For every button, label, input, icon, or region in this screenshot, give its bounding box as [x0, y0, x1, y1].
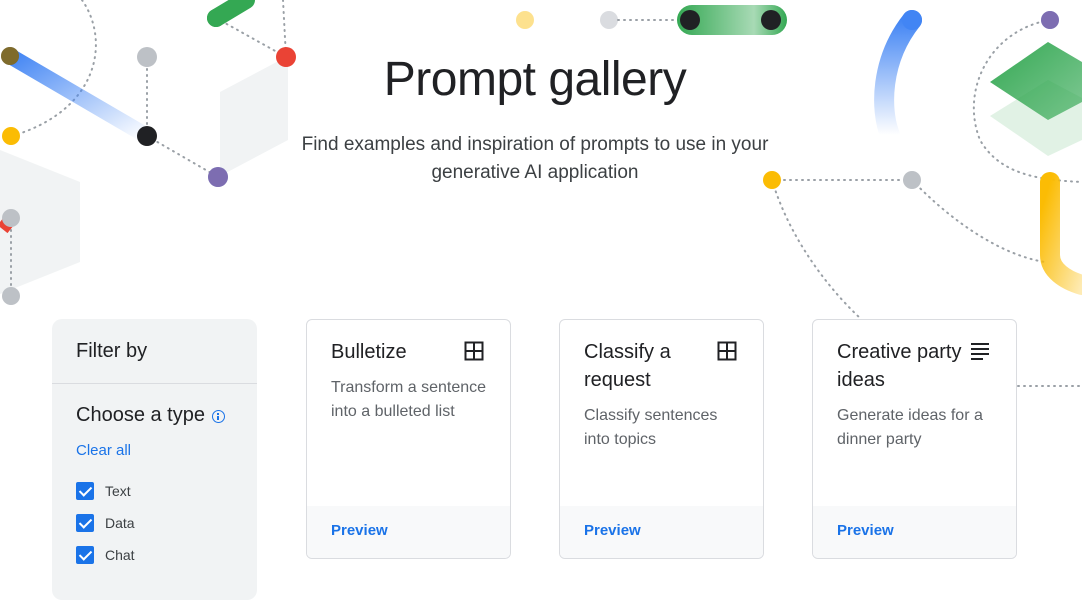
chat-checkbox-label: Chat: [105, 547, 135, 563]
page-title: Prompt gallery: [383, 53, 687, 106]
card-title: Creative party ideas: [837, 341, 962, 391]
filter-heading: Filter by: [52, 319, 257, 384]
card-footer: Preview: [560, 506, 763, 558]
preview-button[interactable]: Preview: [331, 522, 388, 539]
type-option-text[interactable]: Text: [76, 482, 257, 500]
text-lines-icon: [971, 343, 989, 360]
chat-checkbox[interactable]: [76, 546, 94, 564]
card-footer: Preview: [813, 506, 1016, 558]
type-option-data[interactable]: Data: [76, 514, 257, 532]
choose-type-row: Choose a type: [52, 384, 257, 427]
card-title: Classify a request: [584, 341, 671, 391]
card-footer: Preview: [307, 506, 510, 558]
table-grid-icon: [464, 341, 484, 361]
table-grid-icon: [717, 341, 737, 361]
card-description: Classify sentences into topics: [584, 407, 718, 448]
data-checkbox[interactable]: [76, 514, 94, 532]
prompt-card-bulletize[interactable]: Bulletize Transform a sentence into a bu…: [306, 319, 511, 559]
prompt-card-classify-request[interactable]: Classify a request Classify sentences in…: [559, 319, 764, 559]
prompt-gallery-page: Prompt gallery Find examples and inspira…: [0, 0, 1082, 605]
card-description: Transform a sentence into a bulleted lis…: [331, 379, 487, 420]
filter-panel: Filter by Choose a type Clear all Text D…: [52, 319, 257, 600]
preview-button[interactable]: Preview: [584, 522, 641, 539]
type-option-chat[interactable]: Chat: [76, 546, 257, 564]
text-checkbox[interactable]: [76, 482, 94, 500]
card-description: Generate ideas for a dinner party: [837, 407, 983, 448]
data-checkbox-label: Data: [105, 515, 135, 531]
info-icon[interactable]: [211, 410, 225, 423]
page-subtitle: Find examples and inspiration of prompts…: [301, 134, 769, 183]
preview-button[interactable]: Preview: [837, 522, 894, 539]
prompt-card-creative-party-ideas[interactable]: Creative party ideas Generate ideas for …: [812, 319, 1017, 559]
clear-all-link[interactable]: Clear all: [76, 442, 131, 459]
type-checkbox-list: Text Data Chat: [76, 482, 257, 564]
choose-type-heading: Choose a type: [76, 404, 205, 426]
card-title: Bulletize: [331, 341, 407, 363]
text-checkbox-label: Text: [105, 483, 131, 499]
